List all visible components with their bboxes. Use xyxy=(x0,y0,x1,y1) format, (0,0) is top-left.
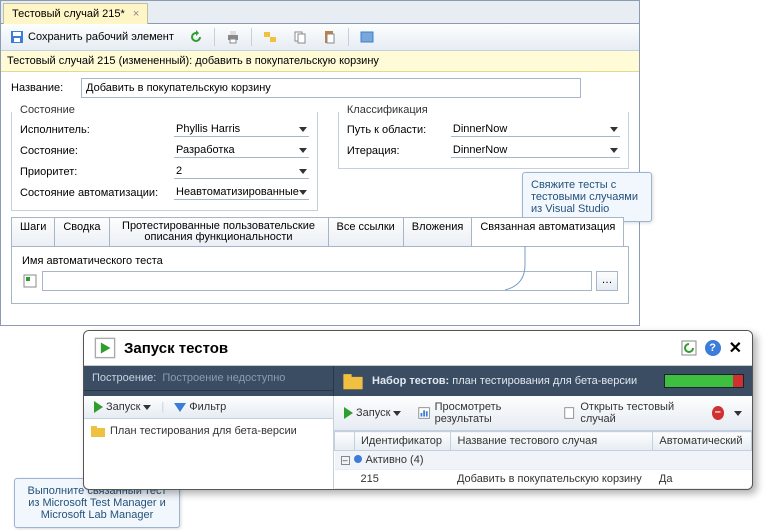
suite-label: Набор тестов: xyxy=(372,375,449,387)
document-tab-title: Тестовый случай 215* xyxy=(12,8,125,20)
priority-combo[interactable]: 2 xyxy=(174,164,309,179)
results-icon xyxy=(417,405,431,421)
print-icon xyxy=(225,29,241,45)
mtm-title: Запуск тестов xyxy=(124,340,673,357)
suite-progress xyxy=(664,374,744,388)
info-bar: Тестовый случай 215 (измененный): добави… xyxy=(1,51,639,72)
chevron-down-icon xyxy=(299,190,307,195)
tab-summary[interactable]: Сводка xyxy=(54,217,109,246)
build-value: Построение недоступно xyxy=(162,372,285,384)
assignee-label: Исполнитель: xyxy=(20,124,170,136)
automation-state-label: Состояние автоматизации: xyxy=(20,187,170,199)
workitem-icon xyxy=(359,29,375,45)
chevron-down-icon xyxy=(610,127,618,132)
filter-icon xyxy=(174,403,186,412)
chevron-down-icon xyxy=(299,148,307,153)
tool4-button[interactable] xyxy=(355,27,379,47)
browse-button[interactable]: … xyxy=(596,271,618,291)
col-auto[interactable]: Автоматический xyxy=(653,432,752,451)
assignee-combo[interactable]: Phyllis Harris xyxy=(174,122,309,137)
filter-button[interactable]: Фильтр xyxy=(168,398,232,416)
tab-steps[interactable]: Шаги xyxy=(11,217,55,246)
test-grid: Идентификатор Название тестового случая … xyxy=(334,431,752,489)
toolbar: Сохранить рабочий элемент xyxy=(1,24,639,51)
cell-id: 215 xyxy=(355,470,451,489)
classification-group: Путь к области: DinnerNow Итерация: Dinn… xyxy=(338,112,629,169)
col-id[interactable]: Идентификатор xyxy=(355,432,451,451)
block-button[interactable]: – xyxy=(712,406,724,420)
chevron-down-icon xyxy=(299,169,307,174)
chevron-down-icon xyxy=(299,127,307,132)
close-icon[interactable]: × xyxy=(133,8,139,20)
test-icon xyxy=(22,273,38,289)
tabs: Шаги Сводка Протестированные пользовател… xyxy=(11,217,629,247)
priority-label: Приоритет: xyxy=(20,166,170,178)
open-icon xyxy=(563,405,577,421)
cell-name: Добавить в покупательскую корзину xyxy=(451,470,653,489)
run-tests-icon xyxy=(94,337,116,359)
help-icon[interactable]: ? xyxy=(705,340,721,356)
open-test-case-button[interactable]: Открыть тестовый случай xyxy=(557,398,703,428)
play-icon xyxy=(94,401,103,413)
collapse-icon[interactable]: – xyxy=(341,456,350,465)
paste-icon xyxy=(322,29,338,45)
area-combo[interactable]: DinnerNow xyxy=(451,122,620,137)
save-label: Сохранить рабочий элемент xyxy=(28,31,174,43)
more-button[interactable] xyxy=(728,408,748,419)
tool2-button[interactable] xyxy=(288,27,312,47)
state-group: Исполнитель: Phyllis Harris Состояние: Р… xyxy=(11,112,318,211)
tree-plan-item[interactable]: План тестирования для бета-версии xyxy=(84,419,333,443)
suite-name: план тестирования для бета-версии xyxy=(452,375,637,387)
link-icon xyxy=(262,29,278,45)
col-flag[interactable] xyxy=(335,432,355,451)
tool3-button[interactable] xyxy=(318,27,342,47)
tool1-button[interactable] xyxy=(258,27,282,47)
chevron-down-icon xyxy=(610,148,618,153)
run-button-left[interactable]: Запуск xyxy=(88,398,157,416)
title-input[interactable] xyxy=(81,78,581,98)
tab-tested-stories[interactable]: Протестированные пользовательские описан… xyxy=(109,217,329,246)
tab-panel: Имя автоматического теста … xyxy=(11,247,629,304)
close-icon[interactable]: ✕ xyxy=(729,338,742,358)
print-button[interactable] xyxy=(221,27,245,47)
state-combo[interactable]: Разработка xyxy=(174,143,309,158)
title-label: Название: xyxy=(11,82,81,94)
view-results-button[interactable]: Просмотреть результаты xyxy=(411,398,553,428)
chevron-down-icon xyxy=(734,411,742,416)
chevron-down-icon xyxy=(143,405,151,410)
build-label: Построение: xyxy=(92,372,156,384)
tab-associated-automation[interactable]: Связанная автоматизация xyxy=(471,217,624,246)
state-label: Состояние: xyxy=(20,145,170,157)
cell-auto: Да xyxy=(653,470,752,489)
automation-state-combo[interactable]: Неавтоматизированные xyxy=(174,185,309,200)
document-tab[interactable]: Тестовый случай 215* × xyxy=(3,3,148,24)
table-row[interactable]: 215 Добавить в покупательскую корзину Да xyxy=(335,470,752,489)
iteration-label: Итерация: xyxy=(347,145,447,157)
play-icon xyxy=(344,407,353,419)
refresh-icon xyxy=(188,29,204,45)
group-row[interactable]: –Активно (4) xyxy=(335,451,752,470)
tab-links[interactable]: Все ссылки xyxy=(328,217,404,246)
folder-icon xyxy=(90,423,106,439)
refresh-button[interactable] xyxy=(184,27,208,47)
refresh-icon[interactable] xyxy=(681,340,697,356)
run-button-right[interactable]: Запуск xyxy=(338,404,407,422)
chevron-down-icon xyxy=(393,411,401,416)
save-icon xyxy=(9,29,25,45)
folder-icon xyxy=(342,370,364,392)
save-button[interactable]: Сохранить рабочий элемент xyxy=(5,27,178,47)
callout-link-tests: Свяжите тесты с тестовыми случаями из Vi… xyxy=(522,172,652,222)
iteration-combo[interactable]: DinnerNow xyxy=(451,143,620,158)
area-label: Путь к области: xyxy=(347,124,447,136)
col-name[interactable]: Название тестового случая xyxy=(451,432,653,451)
copy-icon xyxy=(292,29,308,45)
tab-attachments[interactable]: Вложения xyxy=(403,217,473,246)
